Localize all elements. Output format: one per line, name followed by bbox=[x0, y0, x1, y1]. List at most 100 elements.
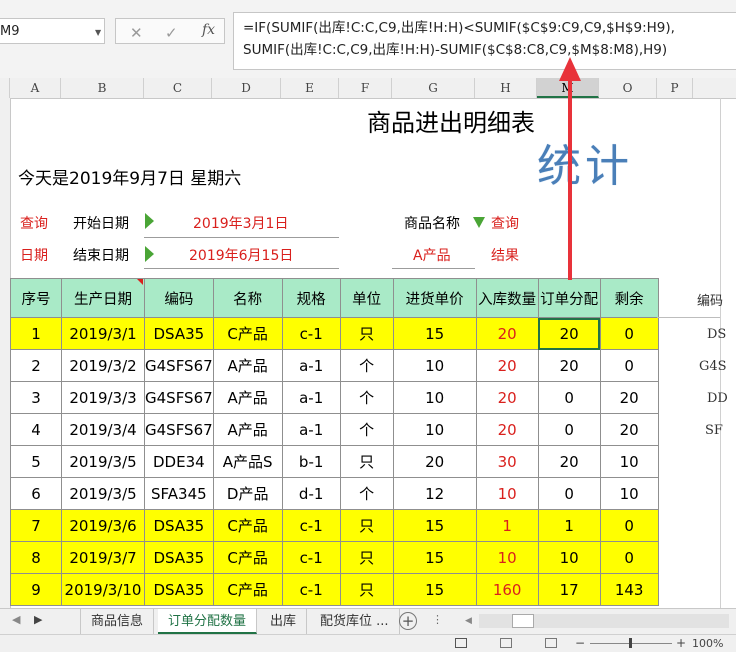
table-cell[interactable]: 只 bbox=[339, 317, 394, 350]
table-cell[interactable]: 10 bbox=[475, 541, 539, 574]
column-header-c[interactable]: C bbox=[144, 78, 212, 98]
end-date-value[interactable]: 2019年6月15日 bbox=[189, 245, 293, 265]
table-cell[interactable]: A产品S bbox=[212, 445, 283, 478]
normal-view-icon[interactable] bbox=[455, 638, 467, 648]
column-header-cell[interactable]: 进货单价 bbox=[392, 278, 477, 318]
start-date-spinner-icon[interactable] bbox=[145, 213, 154, 229]
column-header-cell[interactable]: 编码 bbox=[144, 278, 214, 318]
table-cell[interactable]: 20 bbox=[475, 349, 539, 382]
table-cell[interactable]: 10 bbox=[599, 477, 659, 510]
table-cell[interactable]: 9 bbox=[10, 573, 62, 606]
table-cell[interactable]: 7 bbox=[10, 509, 62, 542]
table-cell[interactable]: 0 bbox=[599, 349, 659, 382]
table-cell[interactable]: c-1 bbox=[281, 541, 341, 574]
table-cell[interactable]: 0 bbox=[537, 381, 601, 414]
table-cell[interactable]: 20 bbox=[475, 317, 539, 350]
column-header-cell[interactable]: 入库数量 bbox=[475, 278, 539, 318]
tab-options-icon[interactable]: ⋮ bbox=[432, 613, 443, 626]
table-cell[interactable]: b-1 bbox=[281, 445, 341, 478]
table-cell[interactable]: 2019/3/3 bbox=[61, 381, 145, 414]
table-cell[interactable]: 1 bbox=[10, 317, 62, 350]
start-date-value[interactable]: 2019年3月1日 bbox=[193, 213, 288, 233]
table-cell[interactable]: DSA35 bbox=[144, 509, 214, 542]
table-cell[interactable]: 0 bbox=[599, 509, 659, 542]
table-cell[interactable]: c-1 bbox=[281, 573, 341, 606]
table-cell[interactable]: C产品 bbox=[212, 317, 283, 350]
table-cell[interactable]: 17 bbox=[537, 573, 601, 606]
table-cell[interactable]: 20 bbox=[475, 381, 539, 414]
table-cell[interactable]: 10 bbox=[392, 349, 477, 382]
column-header-h[interactable]: H bbox=[475, 78, 537, 98]
end-date-spinner-icon[interactable] bbox=[145, 246, 154, 262]
tab-sheet-4[interactable]: 配货库位 ... bbox=[310, 609, 400, 634]
hscroll-left-icon[interactable]: ◀ bbox=[465, 616, 472, 626]
table-cell[interactable]: 2019/3/2 bbox=[61, 349, 145, 382]
table-cell[interactable]: 10 bbox=[392, 413, 477, 446]
zoom-slider-thumb[interactable] bbox=[629, 638, 632, 648]
table-cell[interactable]: 12 bbox=[392, 477, 477, 510]
tab-sheet-1[interactable]: 商品信息 bbox=[80, 609, 155, 634]
table-cell[interactable]: 0 bbox=[599, 317, 659, 350]
table-cell[interactable]: 2019/3/1 bbox=[61, 317, 145, 350]
add-sheet-icon[interactable]: + bbox=[399, 612, 417, 630]
scroll-left-icon[interactable]: ◀ bbox=[12, 613, 20, 626]
table-cell[interactable]: a-1 bbox=[281, 349, 341, 382]
table-cell[interactable]: 个 bbox=[339, 381, 394, 414]
table-cell[interactable]: 只 bbox=[339, 541, 394, 574]
table-cell[interactable]: 20 bbox=[537, 445, 601, 478]
column-header-p[interactable]: P bbox=[657, 78, 693, 98]
table-cell[interactable]: DSA35 bbox=[144, 573, 214, 606]
table-cell[interactable]: A产品 bbox=[212, 413, 283, 446]
table-cell[interactable]: 15 bbox=[392, 573, 477, 606]
table-cell[interactable]: 160 bbox=[475, 573, 539, 606]
table-cell[interactable]: A产品 bbox=[212, 349, 283, 382]
column-header-cell[interactable]: 名称 bbox=[212, 278, 283, 318]
table-cell[interactable]: 2019/3/5 bbox=[61, 445, 145, 478]
table-cell[interactable]: 143 bbox=[599, 573, 659, 606]
table-cell[interactable]: 2019/3/5 bbox=[61, 477, 145, 510]
table-cell[interactable]: G4SFS67 bbox=[144, 349, 214, 382]
table-cell[interactable]: C产品 bbox=[212, 509, 283, 542]
table-cell[interactable]: 0 bbox=[537, 477, 601, 510]
table-cell[interactable]: 8 bbox=[10, 541, 62, 574]
table-cell[interactable]: 10 bbox=[392, 381, 477, 414]
formula-input[interactable]: =IF(SUMIF(出库!C:C,C9,出库!H:H)<SUMIF($C$9:C… bbox=[233, 12, 736, 70]
column-header-cell[interactable]: 单位 bbox=[339, 278, 394, 318]
name-box[interactable]: M9 bbox=[0, 18, 105, 44]
table-cell[interactable]: 5 bbox=[10, 445, 62, 478]
table-cell[interactable]: 1 bbox=[475, 509, 539, 542]
table-cell[interactable]: 个 bbox=[339, 349, 394, 382]
tab-sheet-2[interactable]: 订单分配数量 bbox=[158, 609, 258, 634]
column-header-o[interactable]: O bbox=[599, 78, 657, 98]
column-header-next[interactable] bbox=[693, 78, 736, 98]
column-header-a[interactable]: A bbox=[10, 78, 61, 98]
table-cell[interactable]: D产品 bbox=[212, 477, 283, 510]
table-cell[interactable]: 20 bbox=[537, 317, 601, 350]
column-header-cell[interactable]: 序号 bbox=[10, 278, 62, 318]
product-dropdown-icon[interactable] bbox=[473, 217, 485, 228]
page-break-icon[interactable] bbox=[545, 638, 557, 648]
table-cell[interactable]: 个 bbox=[339, 413, 394, 446]
table-cell[interactable]: 15 bbox=[392, 541, 477, 574]
table-cell[interactable]: 15 bbox=[392, 317, 477, 350]
column-header-f[interactable]: F bbox=[339, 78, 392, 98]
table-cell[interactable]: 2019/3/4 bbox=[61, 413, 145, 446]
horizontal-scrollbar-thumb[interactable] bbox=[512, 614, 534, 628]
column-header-g[interactable]: G bbox=[392, 78, 475, 98]
table-cell[interactable]: 0 bbox=[599, 541, 659, 574]
table-cell[interactable]: C产品 bbox=[212, 573, 283, 606]
insert-function-icon[interactable]: fx bbox=[202, 22, 215, 38]
column-header-d[interactable]: D bbox=[212, 78, 281, 98]
table-cell[interactable]: 只 bbox=[339, 509, 394, 542]
column-header-b[interactable]: B bbox=[61, 78, 144, 98]
table-cell[interactable]: 4 bbox=[10, 413, 62, 446]
table-cell[interactable]: SFA345 bbox=[144, 477, 214, 510]
table-cell[interactable]: a-1 bbox=[281, 381, 341, 414]
table-cell[interactable]: 10 bbox=[537, 541, 601, 574]
table-cell[interactable]: 1 bbox=[537, 509, 601, 542]
zoom-level[interactable]: 100% bbox=[692, 637, 723, 650]
page-layout-icon[interactable] bbox=[500, 638, 512, 648]
table-cell[interactable]: c-1 bbox=[281, 317, 341, 350]
table-cell[interactable]: 30 bbox=[475, 445, 539, 478]
table-cell[interactable]: G4SFS67 bbox=[144, 413, 214, 446]
